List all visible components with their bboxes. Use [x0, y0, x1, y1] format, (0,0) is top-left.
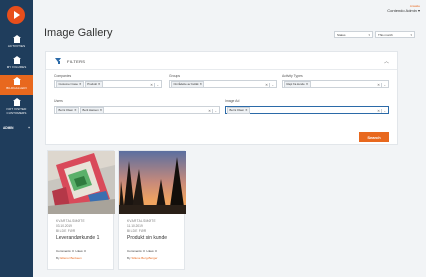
card-type: BILDE FØR	[127, 229, 147, 233]
sidebar-item-label: Activities	[7, 44, 26, 48]
card-stats: Comments: 0 Likes: 0	[127, 249, 157, 253]
card-by-prefix: By	[127, 256, 131, 260]
filter-chip: Berit Hansen ✕	[79, 106, 105, 114]
gallery-card[interactable]: KVARTALSMØTE 11.10.2019 BILDE FØR Produk…	[118, 150, 186, 270]
home-icon	[12, 35, 21, 43]
card-date: 11.10.2019	[127, 224, 143, 228]
activity-types-label: Activity Types	[282, 74, 303, 78]
companies-field[interactable]: Customer Case ✕ Produkt ✕ ✕ ⌄	[54, 80, 162, 88]
card-likes: Likes: 0	[75, 249, 86, 253]
sidebar-item-label: Not visited customers	[6, 107, 27, 115]
activity-types-field[interactable]: Rapi fra kunde ✕ ✕ ⌄	[282, 80, 389, 88]
sidebar-item-activities[interactable]: Activities	[0, 33, 33, 54]
status-select-value: Status	[337, 32, 346, 37]
chevron-down-icon[interactable]: ⌄	[381, 108, 386, 113]
filter-chip: Områdebe av butikk ✕	[171, 80, 205, 88]
chevron-down-icon[interactable]: ⌄	[212, 108, 217, 113]
filter-chip: Berni Olsen ✕	[227, 106, 250, 114]
remove-chip-icon[interactable]: ✕	[245, 108, 247, 112]
sidebar-item-not-visited-customers[interactable]: Not visited customers	[0, 96, 33, 122]
chevron-up-icon[interactable]: ︿	[384, 58, 389, 65]
card-title[interactable]: Produkt sin kunde	[127, 235, 167, 241]
home-icon	[12, 77, 21, 85]
remove-chip-icon[interactable]: ✕	[100, 108, 102, 112]
card-likes: Likes: 0	[146, 249, 157, 253]
home-icon	[12, 98, 21, 106]
sidebar-item-label: My figures	[6, 65, 27, 69]
card-comments: Comments: 0	[56, 249, 74, 253]
image-ad-label: Image Ad	[225, 99, 240, 103]
gallery-image-product[interactable]	[48, 151, 115, 214]
card-author-line: By Ellenor Berkeen	[56, 256, 82, 260]
companies-label: Companies	[54, 74, 72, 78]
clear-icon[interactable]: ✕	[377, 83, 380, 87]
user-name: Contendo Admin ▾	[387, 8, 420, 13]
gallery-image-forest[interactable]	[119, 151, 186, 214]
card-author-link[interactable]: Sillene Berg-Berger	[131, 256, 157, 260]
filters-header[interactable]: FILTERS ︿	[46, 52, 397, 70]
chevron-down-icon: ▾	[368, 32, 370, 37]
period-select[interactable]: This month ▾	[375, 31, 415, 38]
admin-label: ADMIN	[3, 126, 14, 130]
card-date: 03.10.2019	[56, 224, 72, 228]
card-comments: Comments: 0	[127, 249, 145, 253]
groups-field[interactable]: Områdebe av butikk ✕ ✕ ⌄	[169, 80, 277, 88]
chevron-down-icon: ▾	[417, 8, 420, 13]
chevron-down-icon[interactable]: ⌄	[154, 82, 159, 87]
status-select[interactable]: Status ▾	[334, 31, 373, 38]
remove-chip-icon[interactable]: ✕	[98, 82, 100, 86]
card-stats: Comments: 0 Likes: 0	[56, 249, 86, 253]
users-field[interactable]: Berni Olsen ✕ Berit Hansen ✕ ✕ ⌄	[54, 106, 220, 114]
page-title: Image Gallery	[44, 27, 113, 39]
gallery-card[interactable]: KVARTALSMØTE 03.10.2019 BILDE FØR Levera…	[47, 150, 115, 270]
clear-icon[interactable]: ✕	[208, 109, 211, 113]
app-logo-play-icon[interactable]	[7, 6, 25, 24]
filter-chip: Produkt ✕	[84, 80, 103, 88]
filters-title: FILTERS	[67, 59, 86, 64]
filters-panel: FILTERS ︿ Companies Customer Case ✕ Produ…	[45, 51, 398, 145]
chevron-down-icon: ▾	[410, 32, 412, 37]
filter-chip: Customer Case ✕	[56, 80, 84, 88]
sidebar-admin-toggle[interactable]: ADMIN +	[0, 124, 33, 132]
users-label: Users	[54, 99, 63, 103]
filter-icon	[55, 58, 62, 64]
card-title[interactable]: Leverandørkunde 1	[56, 235, 99, 241]
chevron-down-icon[interactable]: ⌄	[269, 82, 274, 87]
clear-icon[interactable]: ✕	[377, 109, 380, 113]
filter-chip: Berni Olsen ✕	[56, 106, 79, 114]
groups-label: Groups	[169, 74, 181, 78]
plus-icon: +	[28, 126, 30, 130]
clear-icon[interactable]: ✕	[150, 83, 153, 87]
chevron-down-icon[interactable]: ⌄	[381, 82, 386, 87]
sidebar-item-label: Bildgalleri	[6, 86, 27, 90]
card-author-line: By Sillene Berg-Berger	[127, 256, 158, 260]
home-icon	[12, 56, 21, 64]
clear-icon[interactable]: ✕	[265, 83, 268, 87]
card-type: BILDE FØR	[56, 229, 76, 233]
remove-chip-icon[interactable]: ✕	[306, 82, 308, 86]
sidebar-item-my-figures[interactable]: My figures	[0, 54, 33, 75]
user-menu[interactable]: Ansatte Contendo Admin ▾	[387, 4, 420, 13]
remove-chip-icon[interactable]: ✕	[200, 82, 202, 86]
card-by-prefix: By	[56, 256, 60, 260]
sidebar-item-bildgalleri[interactable]: Bildgalleri	[0, 75, 33, 95]
sidebar: Activities My figures Bildgalleri Not vi…	[0, 0, 33, 277]
card-author-link[interactable]: Ellenor Berkeen	[60, 256, 81, 260]
card-category: KVARTALSMØTE	[56, 219, 85, 223]
card-category: KVARTALSMØTE	[127, 219, 156, 223]
remove-chip-icon[interactable]: ✕	[79, 82, 81, 86]
search-button[interactable]: Search	[359, 132, 389, 142]
filter-chip: Rapi fra kunde ✕	[284, 80, 311, 88]
period-select-value: This month	[378, 32, 393, 37]
remove-chip-icon[interactable]: ✕	[74, 108, 76, 112]
image-ad-field[interactable]: Berni Olsen ✕ ✕ ⌄	[225, 106, 389, 114]
